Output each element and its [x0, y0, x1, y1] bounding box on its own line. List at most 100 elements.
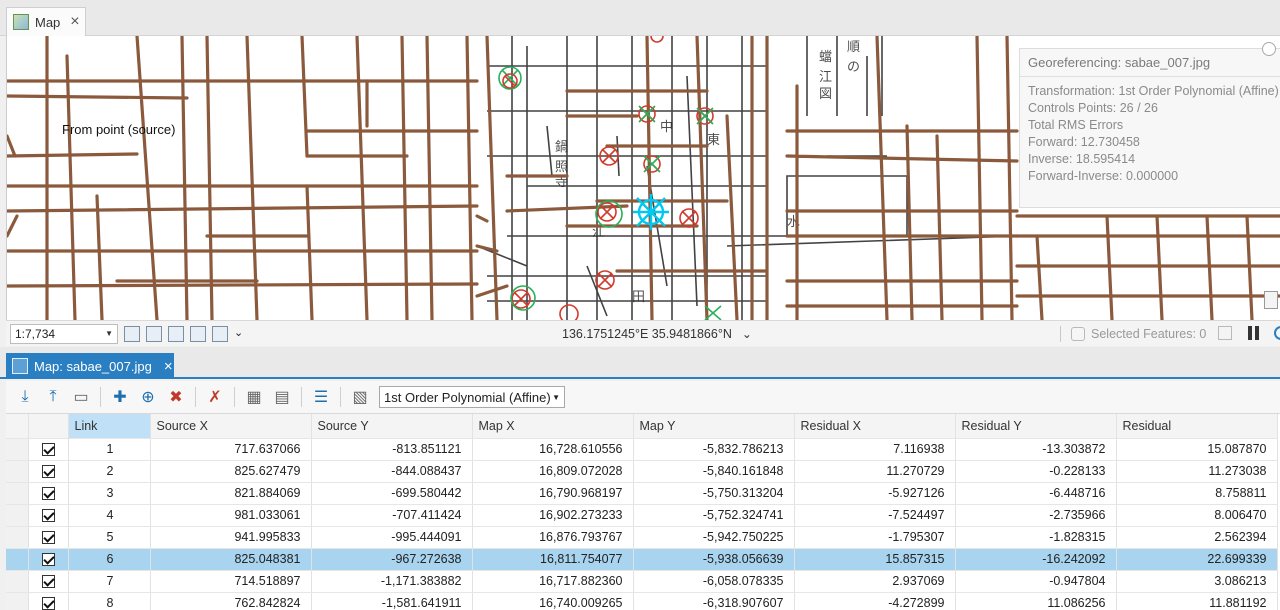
- cell-link[interactable]: 7: [68, 570, 151, 593]
- pause-drawing-button[interactable]: [1248, 326, 1262, 340]
- cell-map-y[interactable]: -5,840.161848: [633, 460, 795, 483]
- cell-map-x[interactable]: 16,790.968197: [472, 482, 634, 505]
- cell-residual[interactable]: 2.562394: [1116, 526, 1278, 549]
- cell-source-x[interactable]: 825.048381: [150, 548, 312, 571]
- table-row[interactable]: 4 981.033061 -707.411424 16,902.273233 -…: [6, 504, 1278, 527]
- cell-residual[interactable]: 3.086213: [1116, 570, 1278, 593]
- tab-map[interactable]: Map ×: [6, 7, 86, 36]
- cell-source-y[interactable]: -699.580442: [311, 482, 473, 505]
- delete-all-control-points-icon[interactable]: ✗: [204, 386, 226, 408]
- cell-residual-y[interactable]: -1.828315: [955, 526, 1117, 549]
- link-enabled-checkbox[interactable]: [28, 504, 69, 527]
- table-row[interactable]: 8 762.842824 -1,581.641911 16,740.009265…: [6, 592, 1278, 610]
- filter-icon[interactable]: [1218, 326, 1232, 340]
- cell-source-y[interactable]: -813.851121: [311, 438, 473, 461]
- cell-residual-y[interactable]: -16.242092: [955, 548, 1117, 571]
- cell-residual-x[interactable]: -4.272899: [794, 592, 956, 610]
- row-selector[interactable]: [6, 482, 29, 505]
- table-row-selected[interactable]: 6 825.048381 -967.272638 16,811.754077 -…: [6, 548, 1278, 571]
- cell-source-y[interactable]: -1,581.641911: [311, 592, 473, 610]
- cell-map-x[interactable]: 16,902.273233: [472, 504, 634, 527]
- cell-link[interactable]: 3: [68, 482, 151, 505]
- delete-control-point-icon[interactable]: ✖: [165, 386, 187, 408]
- cell-residual[interactable]: 15.087870: [1116, 438, 1278, 461]
- north-arrow-icon[interactable]: [212, 325, 228, 342]
- cell-link[interactable]: 1: [68, 438, 151, 461]
- refresh-icon[interactable]: [1274, 326, 1280, 340]
- table-settings-icon[interactable]: ▤: [271, 386, 293, 408]
- cell-source-x[interactable]: 717.637066: [150, 438, 312, 461]
- link-enabled-checkbox[interactable]: [28, 570, 69, 593]
- table-grid-icon[interactable]: ▦: [243, 386, 265, 408]
- row-selector[interactable]: [6, 570, 29, 593]
- cell-map-x[interactable]: 16,728.610556: [472, 438, 634, 461]
- constraints-icon[interactable]: [190, 325, 206, 342]
- cell-map-y[interactable]: -5,750.313204: [633, 482, 795, 505]
- cell-residual-x[interactable]: -7.524497: [794, 504, 956, 527]
- cell-residual-x[interactable]: -5.927126: [794, 482, 956, 505]
- column-header-source-x[interactable]: Source X: [150, 414, 312, 439]
- coordinate-readout[interactable]: 136.1751245°E 35.9481866°N ⌄: [562, 327, 752, 341]
- link-enabled-checkbox[interactable]: [28, 592, 69, 610]
- cell-map-y[interactable]: -5,832.786213: [633, 438, 795, 461]
- cell-residual-y[interactable]: -2.735966: [955, 504, 1117, 527]
- cell-residual[interactable]: 8.006470: [1116, 504, 1278, 527]
- link-enabled-checkbox[interactable]: [28, 460, 69, 483]
- row-selector[interactable]: [6, 526, 29, 549]
- cell-residual-y[interactable]: 11.086256: [955, 592, 1117, 610]
- export-control-points-icon[interactable]: ⤒: [42, 386, 64, 408]
- navigation-tool-icon[interactable]: [124, 325, 140, 342]
- cell-map-y[interactable]: -5,938.056639: [633, 548, 795, 571]
- column-header-residual-x[interactable]: Residual X: [794, 414, 956, 439]
- cell-map-y[interactable]: -6,058.078335: [633, 570, 795, 593]
- cell-map-x[interactable]: 16,811.754077: [472, 548, 634, 571]
- select-control-point-icon[interactable]: ⊕: [137, 386, 159, 408]
- column-header-residual-y[interactable]: Residual Y: [955, 414, 1117, 439]
- cell-link[interactable]: 6: [68, 548, 151, 571]
- layer-side-icon[interactable]: [1264, 291, 1278, 309]
- cell-link[interactable]: 4: [68, 504, 151, 527]
- cell-residual[interactable]: 11.273038: [1116, 460, 1278, 483]
- table-row[interactable]: 2 825.627479 -844.088437 16,809.072028 -…: [6, 460, 1278, 483]
- close-icon[interactable]: ×: [164, 358, 173, 375]
- column-header-link[interactable]: Link: [68, 414, 151, 439]
- column-header-source-y[interactable]: Source Y: [311, 414, 473, 439]
- grid-icon[interactable]: [146, 325, 162, 342]
- cell-map-x[interactable]: 16,809.072028: [472, 460, 634, 483]
- link-enabled-checkbox[interactable]: [28, 548, 69, 571]
- cell-source-x[interactable]: 821.884069: [150, 482, 312, 505]
- row-selector[interactable]: [6, 438, 29, 461]
- cell-link[interactable]: 8: [68, 592, 151, 610]
- row-selector[interactable]: [6, 548, 29, 571]
- more-tools-chevron-icon[interactable]: ⌄: [234, 326, 250, 342]
- cell-map-y[interactable]: -6,318.907607: [633, 592, 795, 610]
- table-row[interactable]: 7 714.518897 -1,171.383882 16,717.882360…: [6, 570, 1278, 593]
- tab-georef-table[interactable]: Map: sabae_007.jpg ×: [6, 353, 174, 379]
- row-selector[interactable]: [6, 504, 29, 527]
- column-header-residual[interactable]: Residual: [1116, 414, 1278, 439]
- add-control-point-icon[interactable]: ✚: [109, 386, 131, 408]
- toggle-table-icon[interactable]: ☰: [310, 386, 332, 408]
- table-row[interactable]: 5 941.995833 -995.444091 16,876.793767 -…: [6, 526, 1278, 549]
- chevron-down-icon[interactable]: ⌄: [742, 327, 752, 341]
- link-enabled-checkbox[interactable]: [28, 482, 69, 505]
- cell-source-x[interactable]: 981.033061: [150, 504, 312, 527]
- cell-source-y[interactable]: -707.411424: [311, 504, 473, 527]
- cell-link[interactable]: 2: [68, 460, 151, 483]
- column-header-map-x[interactable]: Map X: [472, 414, 634, 439]
- cell-residual-x[interactable]: 2.937069: [794, 570, 956, 593]
- cell-source-y[interactable]: -995.444091: [311, 526, 473, 549]
- cell-source-x[interactable]: 941.995833: [150, 526, 312, 549]
- cell-residual-x[interactable]: 15.857315: [794, 548, 956, 571]
- table-row[interactable]: 1 717.637066 -813.851121 16,728.610556 -…: [6, 438, 1278, 461]
- cell-residual-x[interactable]: -1.795307: [794, 526, 956, 549]
- cell-residual[interactable]: 22.699339: [1116, 548, 1278, 571]
- cell-map-x[interactable]: 16,717.882360: [472, 570, 634, 593]
- row-selector[interactable]: [6, 460, 29, 483]
- cell-source-y[interactable]: -844.088437: [311, 460, 473, 483]
- transformation-select[interactable]: 1st Order Polynomial (Affine) ▼: [379, 386, 565, 408]
- map-view[interactable]: 鍋照寺 蟷江図 順の 東中 水江田 From point (source) Ge…: [6, 36, 1280, 320]
- cell-residual-x[interactable]: 7.116938: [794, 438, 956, 461]
- cell-map-x[interactable]: 16,876.793767: [472, 526, 634, 549]
- cell-residual[interactable]: 8.758811: [1116, 482, 1278, 505]
